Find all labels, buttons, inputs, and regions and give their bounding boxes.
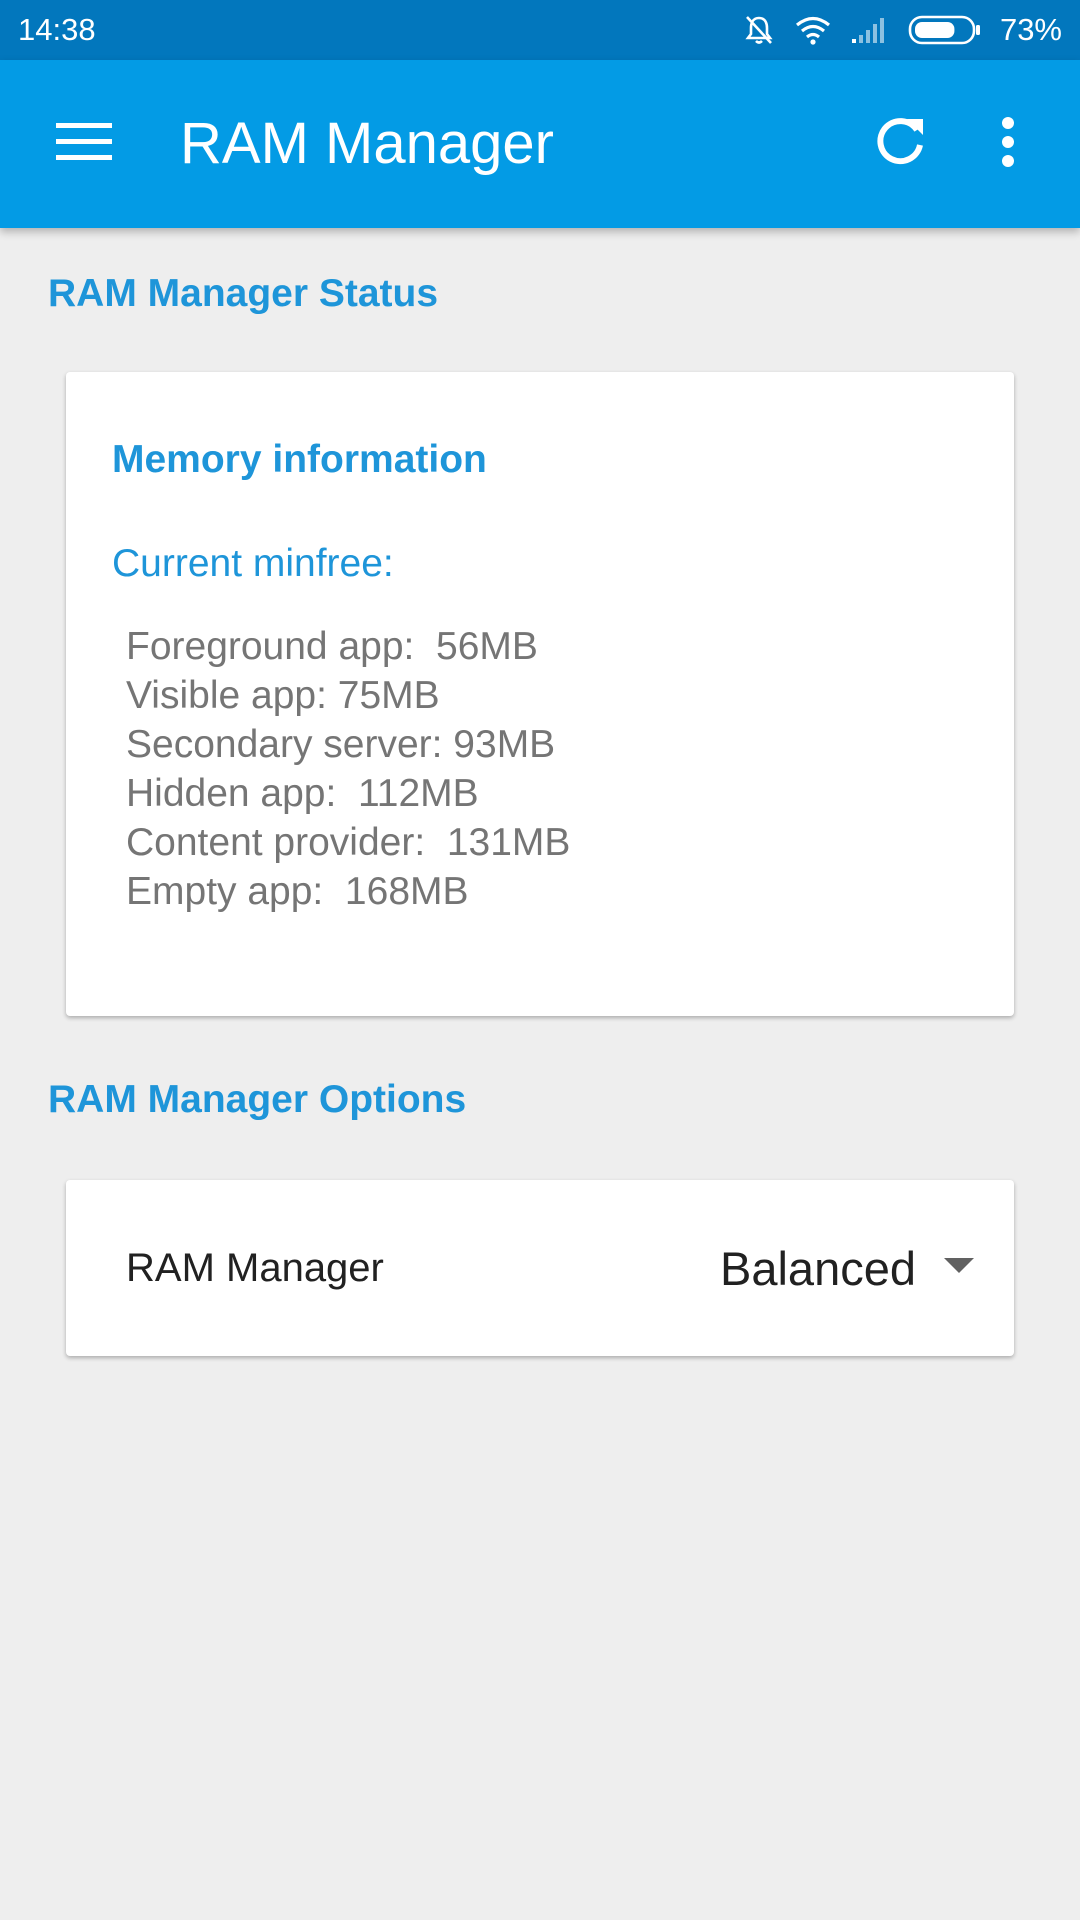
refresh-icon [873,115,927,174]
status-bar: 14:38 73% [0,0,1080,60]
menu-button[interactable] [40,104,128,184]
wifi-icon [794,15,832,45]
menu-icon [56,122,112,167]
minfree-label: Current minfree: [112,542,394,585]
memory-item-secondary-server: Secondary server: 93MB [126,723,556,766]
mute-icon [742,13,776,47]
battery-icon [908,14,982,46]
status-time: 14:38 [18,12,96,47]
more-options-button[interactable] [964,104,1052,184]
signal-icon [850,15,890,45]
memory-info-title: Memory information [112,438,487,481]
memory-item-hidden: Hidden app: 112MB [126,772,479,815]
battery-percent: 73% [999,12,1062,47]
memory-item-foreground: Foreground app: 56MB [126,625,538,668]
app-bar: RAM Manager [0,60,1080,228]
options-section-header: RAM Manager Options [48,1078,467,1121]
memory-info-card: Memory information Current minfree: Fore… [66,372,1014,1016]
status-section-header: RAM Manager Status [48,272,439,315]
ram-manager-mode-value: Balanced [720,1241,916,1295]
memory-item-content-provider: Content provider: 131MB [126,821,571,864]
more-vert-icon [1000,116,1016,173]
dropdown-arrow-icon [944,1257,974,1279]
ram-manager-option-label: RAM Manager [126,1246,384,1290]
memory-item-visible: Visible app: 75MB [126,674,440,717]
memory-list: Foreground app: 56MB Visible app: 75MB S… [126,622,570,916]
memory-item-empty: Empty app: 168MB [126,870,469,913]
refresh-button[interactable] [856,104,944,184]
ram-manager-mode-dropdown[interactable]: Balanced [720,1180,974,1356]
ram-manager-option-card: RAM Manager Balanced [66,1180,1014,1356]
app-title: RAM Manager [180,111,554,176]
status-icons: 73% [742,10,1062,50]
